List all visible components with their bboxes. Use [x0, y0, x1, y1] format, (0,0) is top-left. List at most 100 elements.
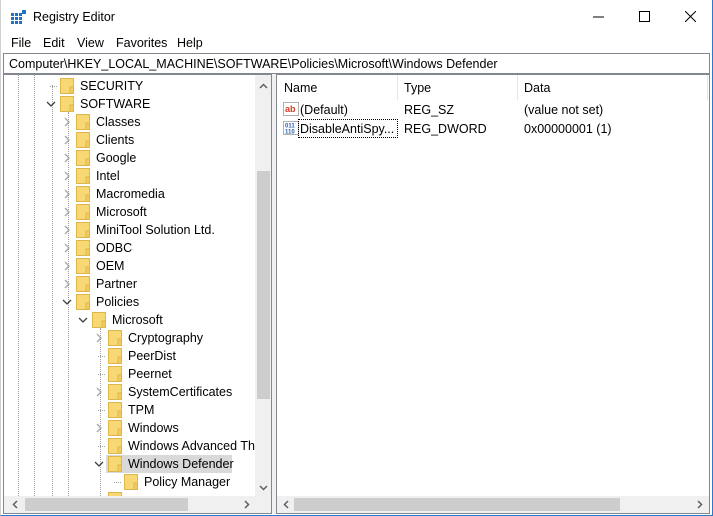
collapsed-chevron-icon[interactable]: [62, 206, 72, 218]
tree-node[interactable]: Microsoft: [4, 203, 255, 221]
svg-text:ab: ab: [285, 104, 296, 114]
tree-node[interactable]: TPM: [4, 401, 255, 419]
tree-node[interactable]: Intel: [4, 167, 255, 185]
tree-vertical-scroll-thumb[interactable]: [257, 171, 270, 399]
expanded-chevron-icon[interactable]: [94, 458, 104, 470]
value-data: (value not set): [524, 103, 604, 117]
tree-node[interactable]: SOFTWARE: [4, 95, 255, 113]
tree-node-label: Clients: [96, 133, 135, 147]
menu-file[interactable]: File: [11, 36, 31, 50]
tree-node[interactable]: Macromedia: [4, 185, 255, 203]
menu-help[interactable]: Help: [177, 36, 203, 50]
scroll-right-icon[interactable]: [238, 496, 255, 513]
scroll-right-icon[interactable]: [691, 496, 708, 513]
list-horizontal-scroll-thumb[interactable]: [294, 498, 620, 511]
tree-node[interactable]: ODBC: [4, 239, 255, 257]
folder-icon: [76, 276, 90, 292]
scroll-up-icon[interactable]: [255, 77, 271, 94]
list-horizontal-scrollbar[interactable]: [277, 496, 709, 513]
tree-node-label: Partner: [96, 277, 137, 291]
column-header-name[interactable]: Name: [277, 75, 397, 100]
tree-node-label: Classes: [96, 115, 141, 129]
tree-node[interactable]: PeerDist: [4, 347, 255, 365]
folder-icon: [108, 456, 122, 472]
close-button[interactable]: [667, 0, 713, 32]
tree-node[interactable]: Classes: [4, 113, 255, 131]
scroll-left-icon[interactable]: [277, 496, 294, 513]
collapsed-chevron-icon[interactable]: [62, 116, 72, 128]
binary-value-icon: 011 110: [283, 121, 299, 136]
tree-node[interactable]: Windows: [4, 419, 255, 437]
menu-favorites[interactable]: Favorites: [116, 36, 167, 50]
title-bar: Registry Editor: [1, 0, 712, 34]
folder-icon: [108, 420, 122, 436]
tree-node-label: Microsoft: [96, 205, 147, 219]
value-row[interactable]: ab (Default) REG_SZ (value not set): [277, 100, 709, 119]
folder-icon: [92, 312, 106, 328]
collapsed-chevron-icon[interactable]: [94, 332, 104, 344]
folder-icon: [76, 150, 90, 166]
tree-node-label: Windows: [128, 421, 179, 435]
tree-node[interactable]: MiniTool Solution Ltd.: [4, 221, 255, 239]
menu-view[interactable]: View: [77, 36, 104, 50]
scroll-down-icon[interactable]: [255, 479, 271, 496]
tree-horizontal-scroll-thumb[interactable]: [25, 498, 188, 511]
tree-connector: [98, 446, 105, 447]
tree-node[interactable]: Policies: [4, 293, 255, 311]
key-tree-pane[interactable]: SECURITY SOFTWARE Classes Clients Google Inte…: [3, 74, 272, 514]
folder-icon: [108, 402, 122, 418]
expanded-chevron-icon[interactable]: [46, 98, 56, 110]
collapsed-chevron-icon[interactable]: [62, 152, 72, 164]
collapsed-chevron-icon[interactable]: [62, 224, 72, 236]
value-row[interactable]: 011 110 DisableAntiSpy... REG_DWORD 0x00…: [277, 119, 709, 138]
tree-node[interactable]: Partner: [4, 275, 255, 293]
collapsed-chevron-icon[interactable]: [62, 134, 72, 146]
collapsed-chevron-icon[interactable]: [62, 278, 72, 290]
tree-node[interactable]: Google: [4, 149, 255, 167]
tree-node[interactable]: OEM: [4, 257, 255, 275]
folder-icon: [76, 186, 90, 202]
collapsed-chevron-icon[interactable]: [94, 386, 104, 398]
collapsed-chevron-icon[interactable]: [62, 170, 72, 182]
tree-connector: [98, 374, 105, 375]
column-header-data[interactable]: Data: [517, 75, 707, 100]
tree-node-label: MiniTool Solution Ltd.: [96, 223, 215, 237]
maximize-button[interactable]: [621, 0, 667, 32]
values-list-pane[interactable]: Name Type Data ab (Default) REG_SZ (valu…: [276, 74, 710, 514]
string-value-icon: ab: [283, 102, 299, 116]
collapsed-chevron-icon[interactable]: [62, 188, 72, 200]
folder-icon: [60, 78, 74, 94]
folder-icon: [76, 204, 90, 220]
tree-node-label: TPM: [128, 403, 155, 417]
registry-editor-window: Registry Editor File Edit View Favorites…: [0, 0, 713, 516]
tree-node-label: Cryptography: [128, 331, 204, 345]
column-header-type[interactable]: Type: [397, 75, 517, 100]
tree-node[interactable]: Cryptography: [4, 329, 255, 347]
expanded-chevron-icon[interactable]: [78, 314, 88, 326]
tree-node[interactable]: Policy Manager: [4, 473, 255, 491]
tree-node[interactable]: Peernet: [4, 365, 255, 383]
folder-icon: [60, 96, 74, 112]
collapsed-chevron-icon[interactable]: [94, 422, 104, 434]
menu-bar: File Edit View Favorites Help: [1, 34, 712, 52]
tree-node[interactable]: SECURITY: [4, 77, 255, 95]
menu-edit[interactable]: Edit: [43, 36, 65, 50]
tree-node-label: OEM: [96, 259, 125, 273]
scroll-left-icon[interactable]: [6, 496, 23, 513]
tree-connector: [114, 482, 121, 483]
expanded-chevron-icon[interactable]: [62, 296, 72, 308]
collapsed-chevron-icon[interactable]: [62, 260, 72, 272]
tree-vertical-scrollbar[interactable]: [255, 75, 271, 496]
tree-node-label: Windows Defender: [128, 457, 234, 471]
address-bar[interactable]: Computer\HKEY_LOCAL_MACHINE\SOFTWARE\Pol…: [3, 53, 710, 74]
tree-node[interactable]: SystemCertificates: [4, 383, 255, 401]
column-separator[interactable]: [707, 75, 708, 100]
minimize-button[interactable]: [575, 0, 621, 32]
tree-node[interactable]: Clients: [4, 131, 255, 149]
tree-node[interactable]: Microsoft: [4, 311, 255, 329]
collapsed-chevron-icon[interactable]: [62, 242, 72, 254]
registry-editor-app-icon: [11, 10, 26, 24]
tree-horizontal-scrollbar[interactable]: [4, 496, 255, 513]
tree-node[interactable]: Windows Defender: [4, 455, 255, 473]
tree-node[interactable]: Windows Advanced Thr: [4, 437, 259, 455]
